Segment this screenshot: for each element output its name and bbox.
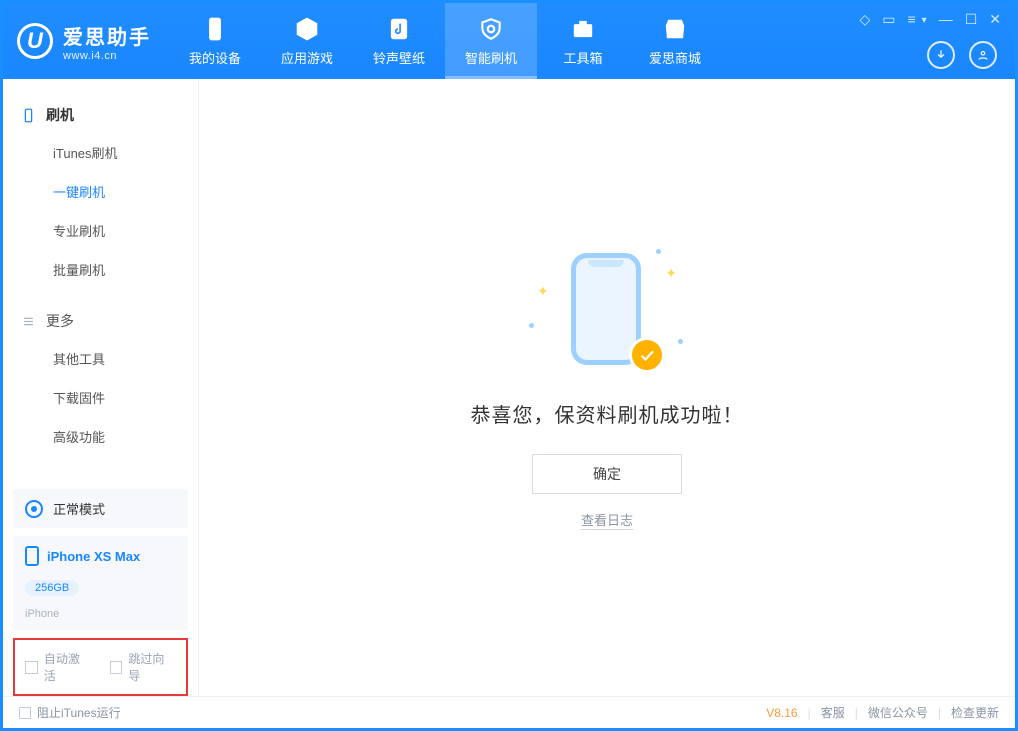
titlebar: U 爱思助手 www.i4.cn 我的设备 应用游戏 铃声壁纸 智能刷机 <box>3 3 1015 79</box>
logo-mark: U <box>17 23 53 59</box>
briefcase-icon <box>570 16 596 42</box>
checkbox-label: 自动激活 <box>44 650 92 684</box>
mode-label: 正常模式 <box>53 499 105 518</box>
titlebar-actions <box>927 41 997 69</box>
view-log-link[interactable]: 查看日志 <box>581 510 633 530</box>
app-subtitle: www.i4.cn <box>63 50 151 62</box>
sidebar-item-oneclick-flash[interactable]: 一键刷机 <box>3 172 198 211</box>
group-title: 刷机 <box>46 105 74 125</box>
refresh-shield-icon <box>478 16 504 42</box>
device-type: iPhone <box>25 608 59 620</box>
checkbox-icon <box>25 661 38 674</box>
close-button[interactable]: ✕ <box>989 11 1001 28</box>
tab-store[interactable]: 爱思商城 <box>629 3 721 79</box>
phone-outline-icon <box>21 108 36 123</box>
top-tabs: 我的设备 应用游戏 铃声壁纸 智能刷机 工具箱 爱思商城 <box>169 3 721 79</box>
dot-icon <box>529 323 534 328</box>
tab-label: 工具箱 <box>563 48 602 67</box>
tab-toolbox[interactable]: 工具箱 <box>537 3 629 79</box>
phone-icon <box>202 16 228 42</box>
tab-label: 爱思商城 <box>649 48 701 67</box>
checkbox-label: 跳过向导 <box>128 650 176 684</box>
logo: U 爱思助手 www.i4.cn <box>3 3 169 79</box>
tab-apps-games[interactable]: 应用游戏 <box>261 3 353 79</box>
group-title: 更多 <box>46 311 74 331</box>
sidebar: 刷机 iTunes刷机 一键刷机 专业刷机 批量刷机 更多 其他工具 下载固件 … <box>3 79 199 696</box>
mode-card[interactable]: 正常模式 <box>13 489 188 528</box>
checkbox-block-itunes[interactable]: 阻止iTunes运行 <box>19 704 121 721</box>
shop-icon <box>662 16 688 42</box>
tab-label: 应用游戏 <box>281 48 333 67</box>
tab-my-device[interactable]: 我的设备 <box>169 3 261 79</box>
music-note-icon <box>386 16 412 42</box>
sparkle-icon: ✦ <box>537 283 549 300</box>
dot-icon <box>656 249 661 254</box>
sidebar-item-download-fw[interactable]: 下载固件 <box>3 378 198 417</box>
version-label: V8.16 <box>766 706 797 720</box>
mode-icon <box>25 500 43 518</box>
tab-label: 铃声壁纸 <box>373 48 425 67</box>
link-customer-service[interactable]: 客服 <box>821 704 845 721</box>
success-message: 恭喜您，保资料刷机成功啦！ <box>471 399 744 428</box>
device-phone-icon <box>25 546 39 566</box>
maximize-button[interactable]: ☐ <box>965 11 978 28</box>
device-card[interactable]: iPhone XS Max 256GB iPhone <box>13 536 188 630</box>
sidebar-group-flash: 刷机 <box>3 97 198 133</box>
minimize-button[interactable]: — <box>939 11 953 28</box>
panel-icon[interactable]: ▭ <box>882 11 895 28</box>
list-icon <box>21 314 36 329</box>
window-controls: ◇ ▭ ≡▾ — ☐ ✕ <box>859 11 1001 28</box>
tab-smart-flash[interactable]: 智能刷机 <box>445 3 537 79</box>
confirm-button[interactable]: 确定 <box>532 454 682 494</box>
tab-ringtone-wallpaper[interactable]: 铃声壁纸 <box>353 3 445 79</box>
menu-icon[interactable]: ≡ <box>908 11 916 28</box>
checkmark-badge-icon <box>629 337 665 373</box>
checkbox-skip-guide[interactable]: 跳过向导 <box>110 650 177 684</box>
user-icon[interactable] <box>969 41 997 69</box>
tab-label: 智能刷机 <box>465 48 517 67</box>
sidebar-item-pro-flash[interactable]: 专业刷机 <box>3 211 198 250</box>
sidebar-item-batch-flash[interactable]: 批量刷机 <box>3 250 198 289</box>
tshirt-icon[interactable]: ◇ <box>859 11 870 28</box>
sparkle-icon: ✦ <box>665 265 677 282</box>
dot-icon <box>678 339 683 344</box>
link-wechat[interactable]: 微信公众号 <box>868 704 928 721</box>
sidebar-item-advanced[interactable]: 高级功能 <box>3 417 198 456</box>
checkbox-auto-activate[interactable]: 自动激活 <box>25 650 92 684</box>
cube-icon <box>294 16 320 42</box>
sidebar-item-itunes-flash[interactable]: iTunes刷机 <box>3 133 198 172</box>
app-title: 爱思助手 <box>63 21 151 50</box>
download-icon[interactable] <box>927 41 955 69</box>
flash-options-highlighted: 自动激活 跳过向导 <box>13 638 188 696</box>
statusbar: 阻止iTunes运行 V8.16 | 客服 | 微信公众号 | 检查更新 <box>3 696 1015 728</box>
tab-label: 我的设备 <box>189 48 241 67</box>
checkbox-icon <box>19 707 31 719</box>
device-storage-badge: 256GB <box>25 580 79 596</box>
checkbox-icon <box>110 661 123 674</box>
device-name: iPhone XS Max <box>47 549 140 564</box>
app-window: U 爱思助手 www.i4.cn 我的设备 应用游戏 铃声壁纸 智能刷机 <box>0 0 1018 731</box>
sidebar-item-other-tools[interactable]: 其他工具 <box>3 339 198 378</box>
checkbox-label: 阻止iTunes运行 <box>37 704 121 721</box>
main-panel: ✦ ✦ 恭喜您，保资料刷机成功啦！ 确定 查看日志 <box>199 79 1015 696</box>
link-check-update[interactable]: 检查更新 <box>951 704 999 721</box>
success-illustration: ✦ ✦ <box>547 245 667 375</box>
sidebar-group-more: 更多 <box>3 303 198 339</box>
